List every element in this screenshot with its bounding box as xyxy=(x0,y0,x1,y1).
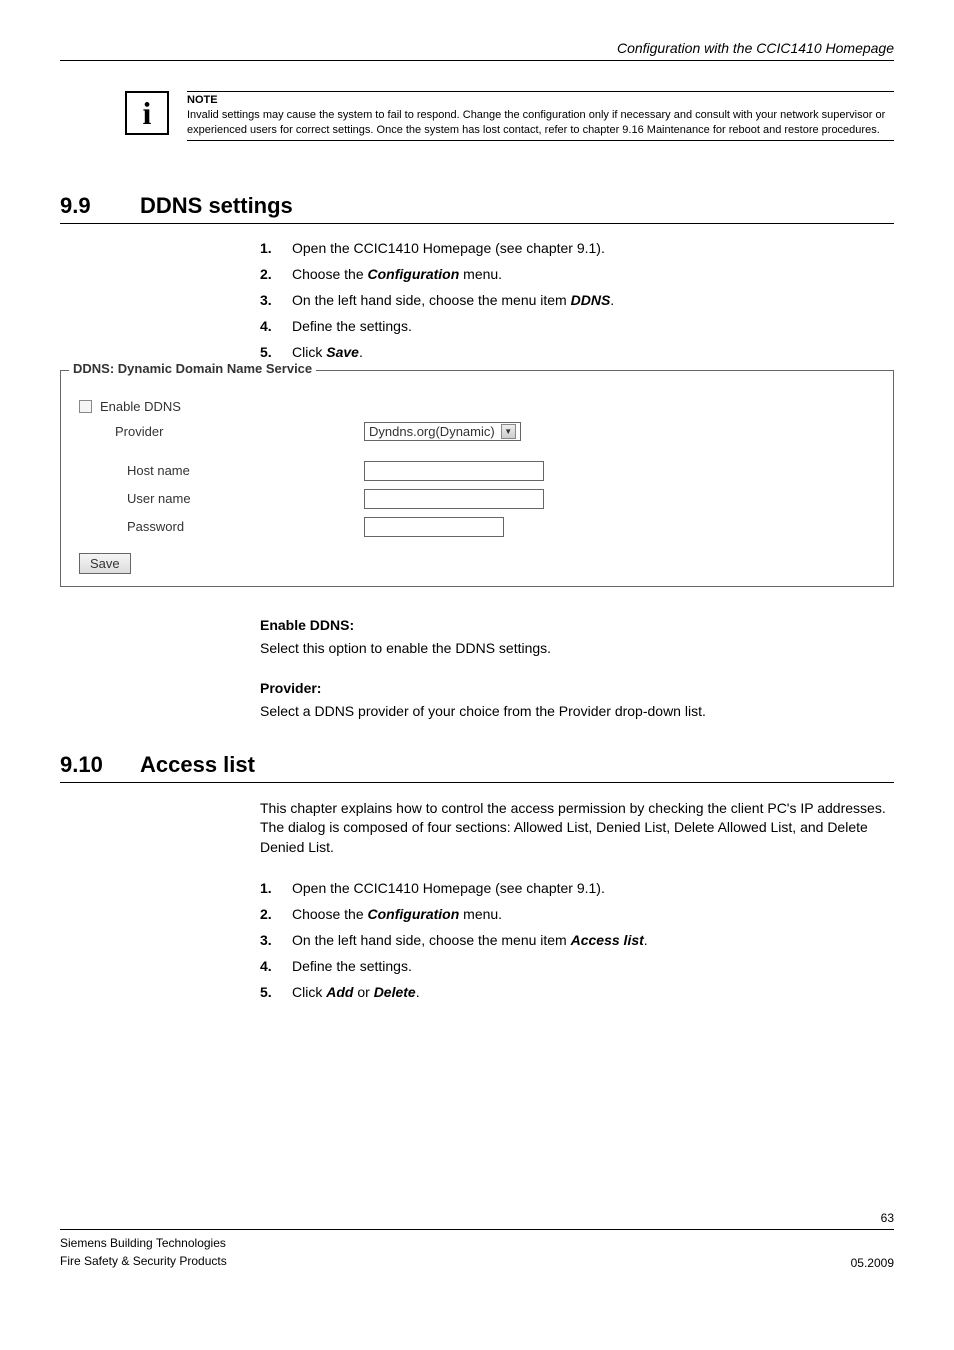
step-number: 1. xyxy=(260,880,292,896)
step-row: 3. On the left hand side, choose the men… xyxy=(260,932,894,948)
note-top-rule xyxy=(187,91,894,92)
footer-date: 05.2009 xyxy=(851,1256,894,1270)
section-intro: This chapter explains how to control the… xyxy=(260,799,894,858)
subsection-heading: Provider: xyxy=(260,680,894,696)
section-number: 9.9 xyxy=(60,193,140,219)
section-ddns: 9.9 DDNS settings 1. Open the CCIC1410 H… xyxy=(60,193,894,722)
step-row: 3. On the left hand side, choose the men… xyxy=(260,292,894,308)
step-text: Define the settings. xyxy=(292,318,894,334)
enable-ddns-label: Enable DDNS xyxy=(100,399,181,414)
note-body: Invalid settings may cause the system to… xyxy=(187,108,894,138)
step-text: Choose the Configuration menu. xyxy=(292,266,894,282)
step-number: 4. xyxy=(260,958,292,974)
step-text: Open the CCIC1410 Homepage (see chapter … xyxy=(292,240,894,256)
step-number: 2. xyxy=(260,266,292,282)
step-number: 1. xyxy=(260,240,292,256)
step-number: 2. xyxy=(260,906,292,922)
step-number: 3. xyxy=(260,932,292,948)
hostname-label: Host name xyxy=(79,463,364,478)
provider-select[interactable]: Dyndns.org(Dynamic) ▼ xyxy=(364,422,521,441)
section-access-list: 9.10 Access list This chapter explains h… xyxy=(60,752,894,1000)
page-footer: 63 Siemens Building Technologies Fire Sa… xyxy=(60,1211,894,1270)
ddns-fieldset: DDNS: Dynamic Domain Name Service Enable… xyxy=(60,370,894,587)
step-text: Click Add or Delete. xyxy=(292,984,894,1000)
step-text: On the left hand side, choose the menu i… xyxy=(292,932,894,948)
step-row: 4. Define the settings. xyxy=(260,958,894,974)
step-row: 2. Choose the Configuration menu. xyxy=(260,906,894,922)
password-input[interactable] xyxy=(364,517,504,537)
note-block: i NOTE Invalid settings may cause the sy… xyxy=(125,91,894,143)
section-number: 9.10 xyxy=(60,752,140,778)
provider-label: Provider xyxy=(79,424,364,439)
chevron-down-icon: ▼ xyxy=(501,424,516,439)
section-divider xyxy=(60,782,894,783)
note-title: NOTE xyxy=(187,94,894,106)
provider-value: Dyndns.org(Dynamic) xyxy=(369,424,495,439)
step-text: Choose the Configuration menu. xyxy=(292,906,894,922)
note-bottom-rule xyxy=(187,140,894,141)
subsection-body: Select a DDNS provider of your choice fr… xyxy=(260,702,894,722)
hostname-input[interactable] xyxy=(364,461,544,481)
header-divider xyxy=(60,60,894,61)
page-header-title: Configuration with the CCIC1410 Homepage xyxy=(60,40,894,56)
step-text: On the left hand side, choose the menu i… xyxy=(292,292,894,308)
footer-divider xyxy=(60,1229,894,1230)
section-heading: DDNS settings xyxy=(140,193,293,219)
password-label: Password xyxy=(79,519,364,534)
fieldset-legend: DDNS: Dynamic Domain Name Service xyxy=(69,361,316,376)
step-row: 5. Click Add or Delete. xyxy=(260,984,894,1000)
subsection-body: Select this option to enable the DDNS se… xyxy=(260,639,894,659)
step-row: 1. Open the CCIC1410 Homepage (see chapt… xyxy=(260,240,894,256)
step-row: 2. Choose the Configuration menu. xyxy=(260,266,894,282)
enable-ddns-checkbox[interactable] xyxy=(79,400,92,413)
step-row: 5. Click Save. xyxy=(260,344,894,360)
footer-division: Fire Safety & Security Products xyxy=(60,1252,227,1270)
section-heading: Access list xyxy=(140,752,255,778)
step-text: Click Save. xyxy=(292,344,894,360)
subsection-heading: Enable DDNS: xyxy=(260,617,894,633)
step-text: Define the settings. xyxy=(292,958,894,974)
save-button[interactable]: Save xyxy=(79,553,131,574)
step-number: 4. xyxy=(260,318,292,334)
footer-company: Siemens Building Technologies xyxy=(60,1234,227,1252)
step-number: 5. xyxy=(260,984,292,1000)
step-number: 3. xyxy=(260,292,292,308)
username-label: User name xyxy=(79,491,364,506)
info-icon: i xyxy=(125,91,169,135)
username-input[interactable] xyxy=(364,489,544,509)
step-row: 4. Define the settings. xyxy=(260,318,894,334)
section-divider xyxy=(60,223,894,224)
step-row: 1. Open the CCIC1410 Homepage (see chapt… xyxy=(260,880,894,896)
step-text: Open the CCIC1410 Homepage (see chapter … xyxy=(292,880,894,896)
step-number: 5. xyxy=(260,344,292,360)
page-number: 63 xyxy=(60,1211,894,1225)
